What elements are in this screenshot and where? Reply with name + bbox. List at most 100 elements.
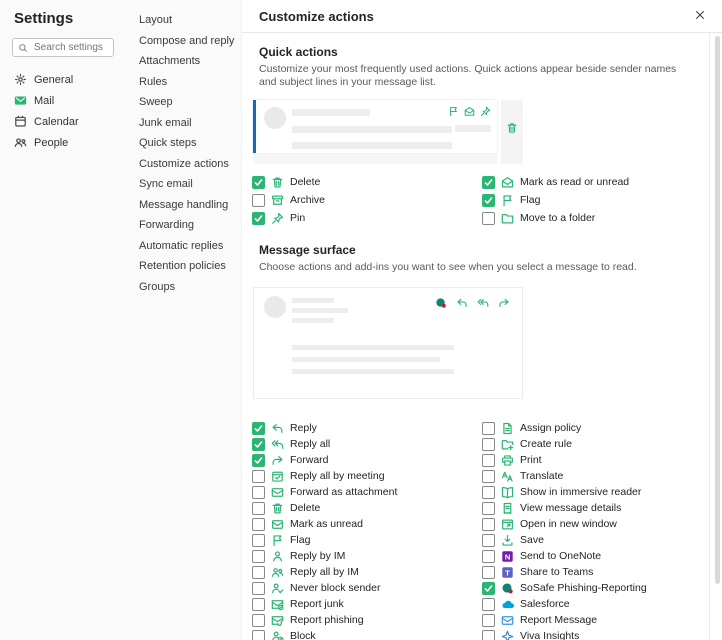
checkbox[interactable] [482,212,495,225]
checkbox[interactable] [482,630,495,640]
quick-action-move-to-a-folder[interactable]: Move to a folder [482,209,709,227]
surface-action-print[interactable]: Print [482,452,709,468]
checkbox[interactable] [252,212,265,225]
checkbox[interactable] [252,438,265,451]
surface-action-reply-all-by-meeting[interactable]: Reply all by meeting [252,468,482,484]
sidebar-item-calendar[interactable]: Calendar [0,111,122,132]
surface-action-send-to-onenote[interactable]: N Send to OneNote [482,548,709,564]
nav-item-sync-email[interactable]: Sync email [122,174,241,195]
surface-action-report-junk[interactable]: Report junk [252,596,482,612]
sosafe-icon [501,582,514,595]
surface-action-never-block-sender[interactable]: Never block sender [252,580,482,596]
surface-action-forward[interactable]: Forward [252,452,482,468]
nav-item-sweep[interactable]: Sweep [122,92,241,113]
surface-action-report-message[interactable]: Report Message [482,612,709,628]
checkbox[interactable] [482,194,495,207]
quick-action-archive[interactable]: Archive [252,191,482,209]
quick-action-delete[interactable]: Delete [252,173,482,191]
nav-item-customize-actions[interactable]: Customize actions [122,154,241,175]
checkbox[interactable] [252,534,265,547]
checkbox[interactable] [252,614,265,627]
checkbox[interactable] [482,582,495,595]
quick-action-mark-as-read-or-unread[interactable]: Mark as read or unread [482,173,709,191]
checkbox[interactable] [252,486,265,499]
surface-action-open-in-new-window[interactable]: Open in new window [482,516,709,532]
mail-icon [14,94,27,107]
checkbox[interactable] [482,502,495,515]
checkbox[interactable] [252,454,265,467]
checkbox[interactable] [252,502,265,515]
surface-action-reply-by-im[interactable]: Reply by IM [252,548,482,564]
option-label: Mark as read or unread [520,176,629,188]
checkbox[interactable] [252,566,265,579]
surface-action-sosafe-phishing-reporting[interactable]: SoSafe Phishing-Reporting [482,580,709,596]
nav-item-message-handling[interactable]: Message handling [122,195,241,216]
surface-action-translate[interactable]: Translate [482,468,709,484]
surface-action-reply[interactable]: Reply [252,420,482,436]
checkbox[interactable] [252,176,265,189]
nav-item-attachments[interactable]: Attachments [122,51,241,72]
sidebar-item-people[interactable]: People [0,132,122,153]
settings-search[interactable] [12,38,114,57]
surface-action-show-in-immersive-reader[interactable]: Show in immersive reader [482,484,709,500]
surface-action-viva-insights[interactable]: Viva Insights [482,628,709,640]
checkbox[interactable] [482,550,495,563]
nav-item-forwarding[interactable]: Forwarding [122,215,241,236]
surface-action-reply-all-by-im[interactable]: Reply all by IM [252,564,482,580]
people-icon [14,136,27,149]
sidebar-item-mail[interactable]: Mail [0,90,122,111]
surface-action-share-to-teams[interactable]: T Share to Teams [482,564,709,580]
surface-action-flag[interactable]: Flag [252,532,482,548]
checkbox[interactable] [482,534,495,547]
nav-item-rules[interactable]: Rules [122,72,241,93]
nav-item-automatic-replies[interactable]: Automatic replies [122,236,241,257]
checkbox[interactable] [252,598,265,611]
placeholder-bar [292,345,454,350]
surface-action-report-phishing[interactable]: Report phishing [252,612,482,628]
surface-action-forward-as-attachment[interactable]: Forward as attachment [252,484,482,500]
checkbox[interactable] [252,630,265,640]
nav-item-list: Layout Compose and reply Attachments Rul… [122,10,241,297]
nav-item-groups[interactable]: Groups [122,277,241,298]
surface-action-block[interactable]: Block [252,628,482,640]
checkbox[interactable] [482,454,495,467]
surface-action-delete[interactable]: Delete [252,500,482,516]
checkbox[interactable] [482,438,495,451]
close-button[interactable] [690,6,710,26]
checkbox[interactable] [252,422,265,435]
mail-attach-icon [271,486,284,499]
surface-action-salesforce[interactable]: Salesforce [482,596,709,612]
quick-action-flag[interactable]: Flag [482,191,709,209]
checkbox[interactable] [482,566,495,579]
nav-item-quick-steps[interactable]: Quick steps [122,133,241,154]
quick-action-pin[interactable]: Pin [252,209,482,227]
vertical-scrollbar[interactable] [715,36,720,584]
save-icon [501,534,514,547]
checkbox[interactable] [252,518,265,531]
surface-action-create-rule[interactable]: Create rule [482,436,709,452]
nav-item-label: Rules [139,76,167,88]
surface-action-save[interactable]: Save [482,532,709,548]
checkbox[interactable] [252,470,265,483]
checkbox[interactable] [482,176,495,189]
checkbox[interactable] [482,470,495,483]
nav-item-retention-policies[interactable]: Retention policies [122,256,241,277]
checkbox[interactable] [252,194,265,207]
option-label: Save [520,534,544,546]
checkbox[interactable] [482,518,495,531]
surface-action-assign-policy[interactable]: Assign policy [482,420,709,436]
nav-item-junk-email[interactable]: Junk email [122,113,241,134]
surface-action-mark-as-unread[interactable]: Mark as unread [252,516,482,532]
surface-action-reply-all[interactable]: Reply all [252,436,482,452]
checkbox[interactable] [482,614,495,627]
checkbox[interactable] [482,486,495,499]
checkbox[interactable] [482,422,495,435]
search-input[interactable] [32,41,108,54]
checkbox[interactable] [252,582,265,595]
nav-item-compose-and-reply[interactable]: Compose and reply [122,31,241,52]
surface-action-view-message-details[interactable]: View message details [482,500,709,516]
sidebar-item-general[interactable]: General [0,69,122,90]
checkbox[interactable] [252,550,265,563]
checkbox[interactable] [482,598,495,611]
nav-item-layout[interactable]: Layout [122,10,241,31]
